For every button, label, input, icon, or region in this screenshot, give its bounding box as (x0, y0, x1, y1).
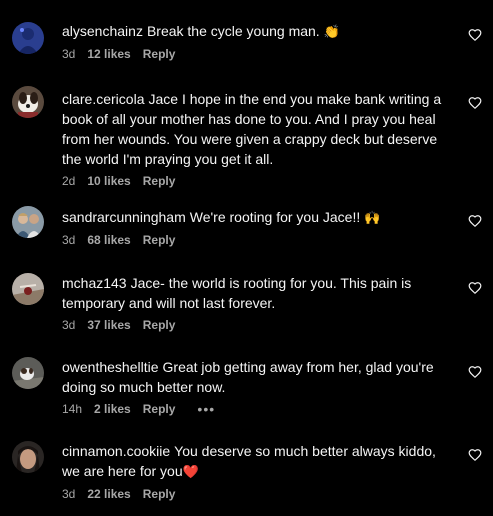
comment-meta: 3d 12 likes Reply (62, 46, 446, 62)
avatar[interactable] (12, 357, 44, 389)
comment-time[interactable]: 3d (62, 46, 75, 62)
heart-outline-icon[interactable] (468, 448, 482, 462)
avatar[interactable] (12, 273, 44, 305)
comment-meta: 2d 10 likes Reply (62, 173, 446, 189)
comment-username[interactable]: mchaz143 (62, 275, 127, 291)
heart-outline-icon[interactable] (468, 96, 482, 110)
comment-username[interactable]: clare.cericola (62, 91, 144, 107)
comment-username[interactable]: cinnamon.cookiie (62, 443, 170, 459)
reply-button[interactable]: Reply (143, 317, 176, 333)
reply-button[interactable]: Reply (143, 486, 176, 502)
heart-outline-icon[interactable] (468, 214, 482, 228)
comment-meta: 3d 68 likes Reply (62, 232, 446, 248)
comment-likes[interactable]: 68 likes (87, 232, 130, 248)
comment-likes[interactable]: 2 likes (94, 401, 131, 417)
comment-username[interactable]: alysenchainz (62, 23, 143, 39)
comment-time[interactable]: 2d (62, 173, 75, 189)
more-options-icon[interactable]: ••• (197, 401, 215, 417)
raising-hands-emoji: 🙌 (364, 210, 381, 225)
reply-button[interactable]: Reply (143, 173, 176, 189)
reply-button[interactable]: Reply (143, 46, 176, 62)
comment-time[interactable]: 3d (62, 232, 75, 248)
comment-likes[interactable]: 22 likes (87, 486, 130, 502)
reply-button[interactable]: Reply (143, 232, 176, 248)
comment-meta: 3d 22 likes Reply (62, 486, 446, 502)
heart-outline-icon[interactable] (468, 281, 482, 295)
comment-meta: 3d 37 likes Reply (62, 317, 446, 333)
comment-likes[interactable]: 37 likes (87, 317, 130, 333)
heart-outline-icon[interactable] (468, 365, 482, 379)
comment-meta: 14h 2 likes Reply ••• (62, 401, 446, 417)
comment-time[interactable]: 3d (62, 317, 75, 333)
comment-text: We're rooting for you Jace!! (189, 209, 361, 225)
avatar[interactable] (12, 22, 44, 54)
reply-button[interactable]: Reply (143, 401, 176, 417)
avatar[interactable] (12, 441, 44, 473)
comment-time[interactable]: 3d (62, 486, 75, 502)
comment-time[interactable]: 14h (62, 401, 82, 417)
avatar[interactable] (12, 86, 44, 118)
comment-text: Break the cycle young man. (146, 23, 320, 39)
avatar[interactable] (12, 206, 44, 238)
red-heart-emoji: ❤️ (182, 464, 199, 479)
comment-username[interactable]: owentheshelltie (62, 359, 159, 375)
comment-likes[interactable]: 10 likes (87, 173, 130, 189)
comments-list: alysenchainz Break the cycle young man. 👏… (0, 0, 493, 516)
comment-likes[interactable]: 12 likes (87, 46, 130, 62)
comment-username[interactable]: sandrarcunningham (62, 209, 186, 225)
clapping-hands-emoji: 👏 (323, 24, 340, 39)
heart-outline-icon[interactable] (468, 28, 482, 42)
